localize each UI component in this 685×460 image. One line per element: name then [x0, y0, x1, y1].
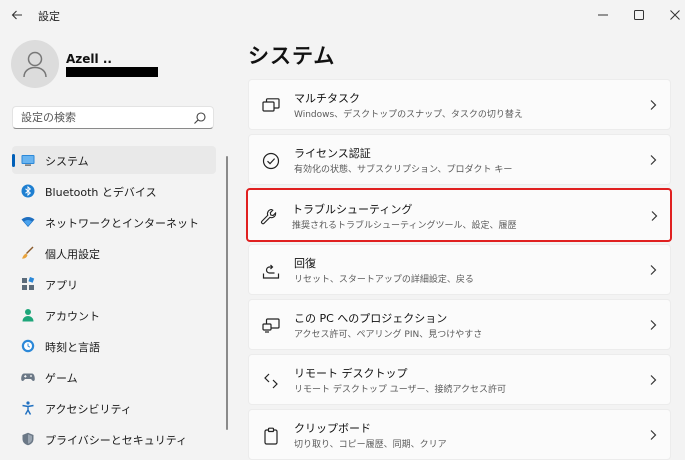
- chevron-right-icon: [650, 430, 657, 440]
- card-title: この PC へのプロジェクション: [294, 312, 448, 325]
- avatar[interactable]: [11, 40, 59, 88]
- card-subtitle: 切り取り、コピー履歴、同期、クリア: [294, 440, 447, 450]
- chevron-right-icon: [651, 211, 658, 221]
- chevron-right-icon: [650, 320, 657, 330]
- chevron-right-icon: [650, 155, 657, 165]
- sidebar-item-label: アプリ: [45, 279, 78, 292]
- setting-card-projection[interactable]: この PC へのプロジェクション アクセス許可、ペアリング PIN、見つけやすさ: [248, 299, 671, 350]
- sidebar-item-privacy-security[interactable]: プライバシーとセキュリティ: [12, 425, 216, 453]
- sidebar-scrollbar[interactable]: [226, 156, 228, 430]
- sidebar-item-label: 時刻と言語: [45, 341, 100, 354]
- card-subtitle: 有効化の状態、サブスクリプション、プロダクト キー: [294, 165, 513, 175]
- sidebar-item-accessibility[interactable]: アクセシビリティ: [12, 394, 216, 422]
- sidebar-item-label: 個人用設定: [45, 248, 100, 261]
- active-indicator: [12, 154, 15, 167]
- card-subtitle: リセット、スタートアップの詳細設定、戻る: [294, 275, 474, 285]
- accessibility-icon: [22, 401, 34, 415]
- sidebar-item-label: アカウント: [45, 310, 100, 323]
- wrench-icon: [260, 208, 277, 225]
- close-icon: [670, 10, 680, 20]
- app-title: 設定: [38, 10, 60, 23]
- card-title: ライセンス認証: [294, 147, 371, 160]
- sidebar-item-label: アクセシビリティ: [45, 403, 132, 416]
- sidebar-item-label: Bluetooth とデバイス: [45, 186, 157, 199]
- setting-card-multitasking[interactable]: マルチタスク Windows、デスクトップのスナップ、タスクの切り替え: [248, 79, 671, 130]
- search-icon[interactable]: [193, 111, 207, 125]
- sidebar-item-apps[interactable]: アプリ: [12, 270, 216, 298]
- chevron-right-icon: [650, 375, 657, 385]
- sidebar-item-system[interactable]: システム: [12, 146, 216, 174]
- network-icon: [21, 217, 35, 227]
- clipboard-icon: [264, 427, 278, 445]
- sidebar-item-bluetooth[interactable]: Bluetooth とデバイス: [12, 177, 216, 205]
- sidebar-item-gaming[interactable]: ゲーム: [12, 363, 216, 391]
- sidebar-item-network[interactable]: ネットワークとインターネット: [12, 208, 216, 236]
- shield-icon: [22, 432, 34, 446]
- multitasking-icon: [262, 98, 280, 112]
- accounts-icon: [22, 309, 34, 322]
- user-icon: [23, 51, 47, 78]
- sidebar-item-personalization[interactable]: 個人用設定: [12, 239, 216, 267]
- card-subtitle: 推奨されるトラブルシューティングツール、設定、履歴: [292, 221, 517, 231]
- setting-card-recovery[interactable]: 回復 リセット、スタートアップの詳細設定、戻る: [248, 244, 671, 295]
- minimize-icon: [598, 14, 608, 16]
- setting-card-activation[interactable]: ライセンス認証 有効化の状態、サブスクリプション、プロダクト キー: [248, 134, 671, 185]
- card-title: クリップボード: [294, 422, 371, 435]
- sidebar-item-label: プライバシーとセキュリティ: [45, 434, 188, 447]
- sidebar-item-label: システム: [45, 155, 89, 168]
- system-icon: [21, 155, 35, 166]
- apps-icon: [22, 277, 35, 290]
- user-email-redacted: [66, 67, 158, 77]
- search-box[interactable]: [12, 106, 214, 129]
- card-subtitle: アクセス許可、ペアリング PIN、見つけやすさ: [294, 330, 483, 340]
- sidebar-item-label: ネットワークとインターネット: [45, 217, 199, 230]
- projection-icon: [262, 318, 280, 333]
- card-title: リモート デスクトップ: [294, 367, 408, 380]
- back-arrow-icon: [11, 10, 22, 20]
- personalization-icon: [22, 246, 34, 259]
- title-bar: 設定: [0, 0, 685, 30]
- remote-desktop-icon: [264, 373, 278, 389]
- page-title: システム: [248, 44, 336, 68]
- user-name: Azell ..: [66, 52, 112, 66]
- time-language-icon: [21, 339, 35, 353]
- bluetooth-icon: [21, 184, 35, 198]
- sidebar-item-accounts[interactable]: アカウント: [12, 301, 216, 329]
- back-button[interactable]: [6, 4, 28, 26]
- chevron-right-icon: [650, 265, 657, 275]
- maximize-icon: [634, 10, 644, 20]
- close-button[interactable]: [652, 0, 685, 30]
- search-input[interactable]: [21, 109, 191, 126]
- sidebar-item-time-language[interactable]: 時刻と言語: [12, 332, 216, 360]
- activation-icon: [262, 152, 280, 170]
- sidebar-item-label: ゲーム: [45, 372, 78, 385]
- card-subtitle: Windows、デスクトップのスナップ、タスクの切り替え: [294, 110, 523, 120]
- setting-card-troubleshoot[interactable]: トラブルシューティング 推奨されるトラブルシューティングツール、設定、履歴: [246, 188, 672, 242]
- card-title: トラブルシューティング: [292, 203, 413, 216]
- recovery-icon: [262, 264, 280, 279]
- setting-card-remote-desktop[interactable]: リモート デスクトップ リモート デスクトップ ユーザー、接続アクセス許可: [248, 354, 671, 405]
- card-title: マルチタスク: [294, 92, 360, 105]
- chevron-right-icon: [650, 100, 657, 110]
- card-title: 回復: [294, 257, 316, 270]
- card-subtitle: リモート デスクトップ ユーザー、接続アクセス許可: [294, 385, 507, 395]
- gaming-icon: [21, 373, 35, 381]
- setting-card-clipboard[interactable]: クリップボード 切り取り、コピー履歴、同期、クリア: [248, 409, 671, 460]
